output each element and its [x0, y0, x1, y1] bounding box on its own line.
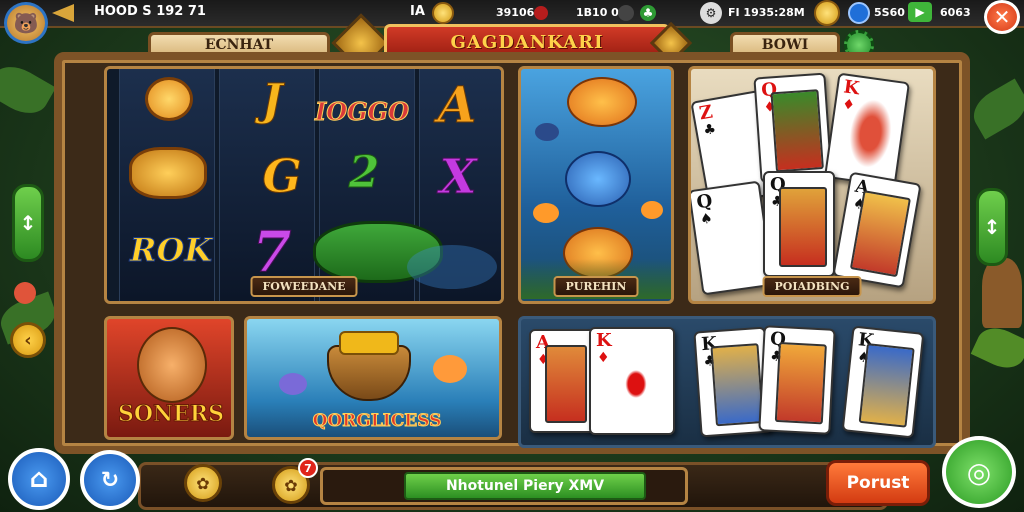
coin-icon — [814, 0, 840, 26]
bear-icon: 🐻 — [13, 11, 39, 35]
playing-card: Q ♣ — [758, 325, 836, 435]
home-button[interactable]: ⌂ — [8, 448, 70, 510]
scroll-up-down-button-right[interactable]: ↕ — [976, 188, 1008, 266]
player-info-text: HOOD S 192 71 — [94, 4, 206, 19]
stat-value: 5S60 — [874, 6, 905, 19]
scroll-up-down-button-left[interactable]: ↕ — [12, 184, 44, 262]
fish-icon — [533, 203, 559, 223]
notification-badge: 7 — [298, 458, 318, 478]
stat-value: 39106 — [496, 6, 535, 19]
slot-symbol: J — [261, 75, 283, 127]
play-icon[interactable]: ▶ — [908, 2, 932, 22]
fish-icon — [535, 123, 559, 141]
slot-symbol: A — [437, 75, 477, 135]
refresh-button[interactable]: ↻ — [80, 450, 140, 510]
post-button[interactable]: Porust — [826, 460, 930, 506]
fishing-game-tile[interactable]: QORGLICESS — [244, 316, 502, 440]
slot-symbol: X — [439, 149, 477, 206]
bear-badge-icon — [129, 147, 207, 199]
stat-label: IA — [410, 4, 425, 19]
fish-icon — [433, 355, 467, 383]
up-down-arrow-icon: ↕ — [983, 215, 1001, 239]
playing-card: Q ♣ — [763, 171, 835, 277]
tree-trunk-decoration — [982, 258, 1022, 328]
card-table-tile[interactable]: A ♦ K ♦ K ♣ Q ♣ K ♠ — [518, 316, 936, 448]
settings-icon[interactable] — [618, 5, 634, 21]
stat-value: 6063 — [940, 6, 971, 19]
playing-card: Q ♠ — [691, 180, 775, 296]
fish-icon — [567, 77, 637, 127]
flower-decoration — [14, 282, 36, 304]
playing-card: K ♦ — [823, 72, 911, 188]
fish-game-tile[interactable]: PUREHIN — [518, 66, 674, 304]
tile-caption: POIADBING — [762, 276, 862, 297]
playing-card: K ♦ — [589, 327, 675, 435]
tile-caption: PUREHIN — [553, 276, 639, 297]
water-splash — [407, 245, 497, 289]
fish-icon — [279, 373, 307, 395]
slot-symbol: G — [262, 149, 302, 204]
fish-icon — [641, 201, 663, 219]
up-down-arrow-icon: ↕ — [19, 211, 37, 235]
treasure-icon — [339, 331, 399, 355]
stat-value: FI 1935:28M — [728, 6, 805, 19]
playing-card: Q ♦ — [753, 72, 833, 184]
playing-card: K ♠ — [841, 325, 925, 439]
slots-game-tile[interactable]: J IOGGO A G 2 X ROK 7 FOWEEDANE — [104, 66, 504, 304]
fish-icon — [565, 151, 631, 207]
tile-title: SONERS — [117, 401, 225, 428]
refresh-icon: ↻ — [100, 467, 120, 493]
tile-caption: FOWEEDANE — [250, 276, 358, 297]
close-button[interactable]: ✕ — [984, 0, 1020, 34]
playing-card: A ♠ — [832, 171, 922, 289]
card-suit-icon: ♣ — [702, 121, 718, 140]
gear-icon[interactable]: ⚙ — [700, 2, 722, 24]
card-suit-icon: ♠ — [699, 210, 714, 229]
card-game-tile[interactable]: Z ♣ Q ♦ K ♦ Q ♠ Q ♣ A ♠ POIADBING — [688, 66, 936, 304]
foliage-decoration — [970, 321, 1024, 375]
chat-button[interactable]: ◎ — [942, 436, 1016, 508]
stat-value: 1B10 0 — [576, 6, 619, 19]
player-avatar[interactable]: 🐻 — [4, 2, 48, 44]
slot-symbol: 2 — [348, 147, 380, 199]
slot-symbol: ROK — [129, 231, 213, 270]
coin-icon — [432, 2, 454, 24]
message-banner[interactable]: Nhotunel Piery XMV — [404, 472, 646, 500]
home-icon: ⌂ — [29, 464, 49, 494]
clover-icon: ♣ — [640, 5, 656, 21]
character-icon — [137, 327, 207, 403]
card-rank: Q — [695, 190, 714, 214]
playing-card: A ♦ — [529, 329, 595, 433]
fish-symbol-icon — [145, 77, 193, 121]
chat-icon: ◎ — [966, 455, 992, 489]
gem-icon — [534, 6, 548, 20]
tile-title: QORGLICESS — [312, 411, 442, 432]
rewards-icon[interactable]: ✿ — [184, 464, 222, 502]
slot-symbol: IOGGO — [314, 97, 410, 127]
foliage-decoration — [966, 78, 1024, 140]
soners-game-tile[interactable]: SONERS — [104, 316, 234, 440]
foliage-decoration — [0, 57, 56, 123]
diamond-icon — [848, 2, 870, 24]
back-arrow-icon[interactable]: ‹ — [10, 322, 46, 358]
